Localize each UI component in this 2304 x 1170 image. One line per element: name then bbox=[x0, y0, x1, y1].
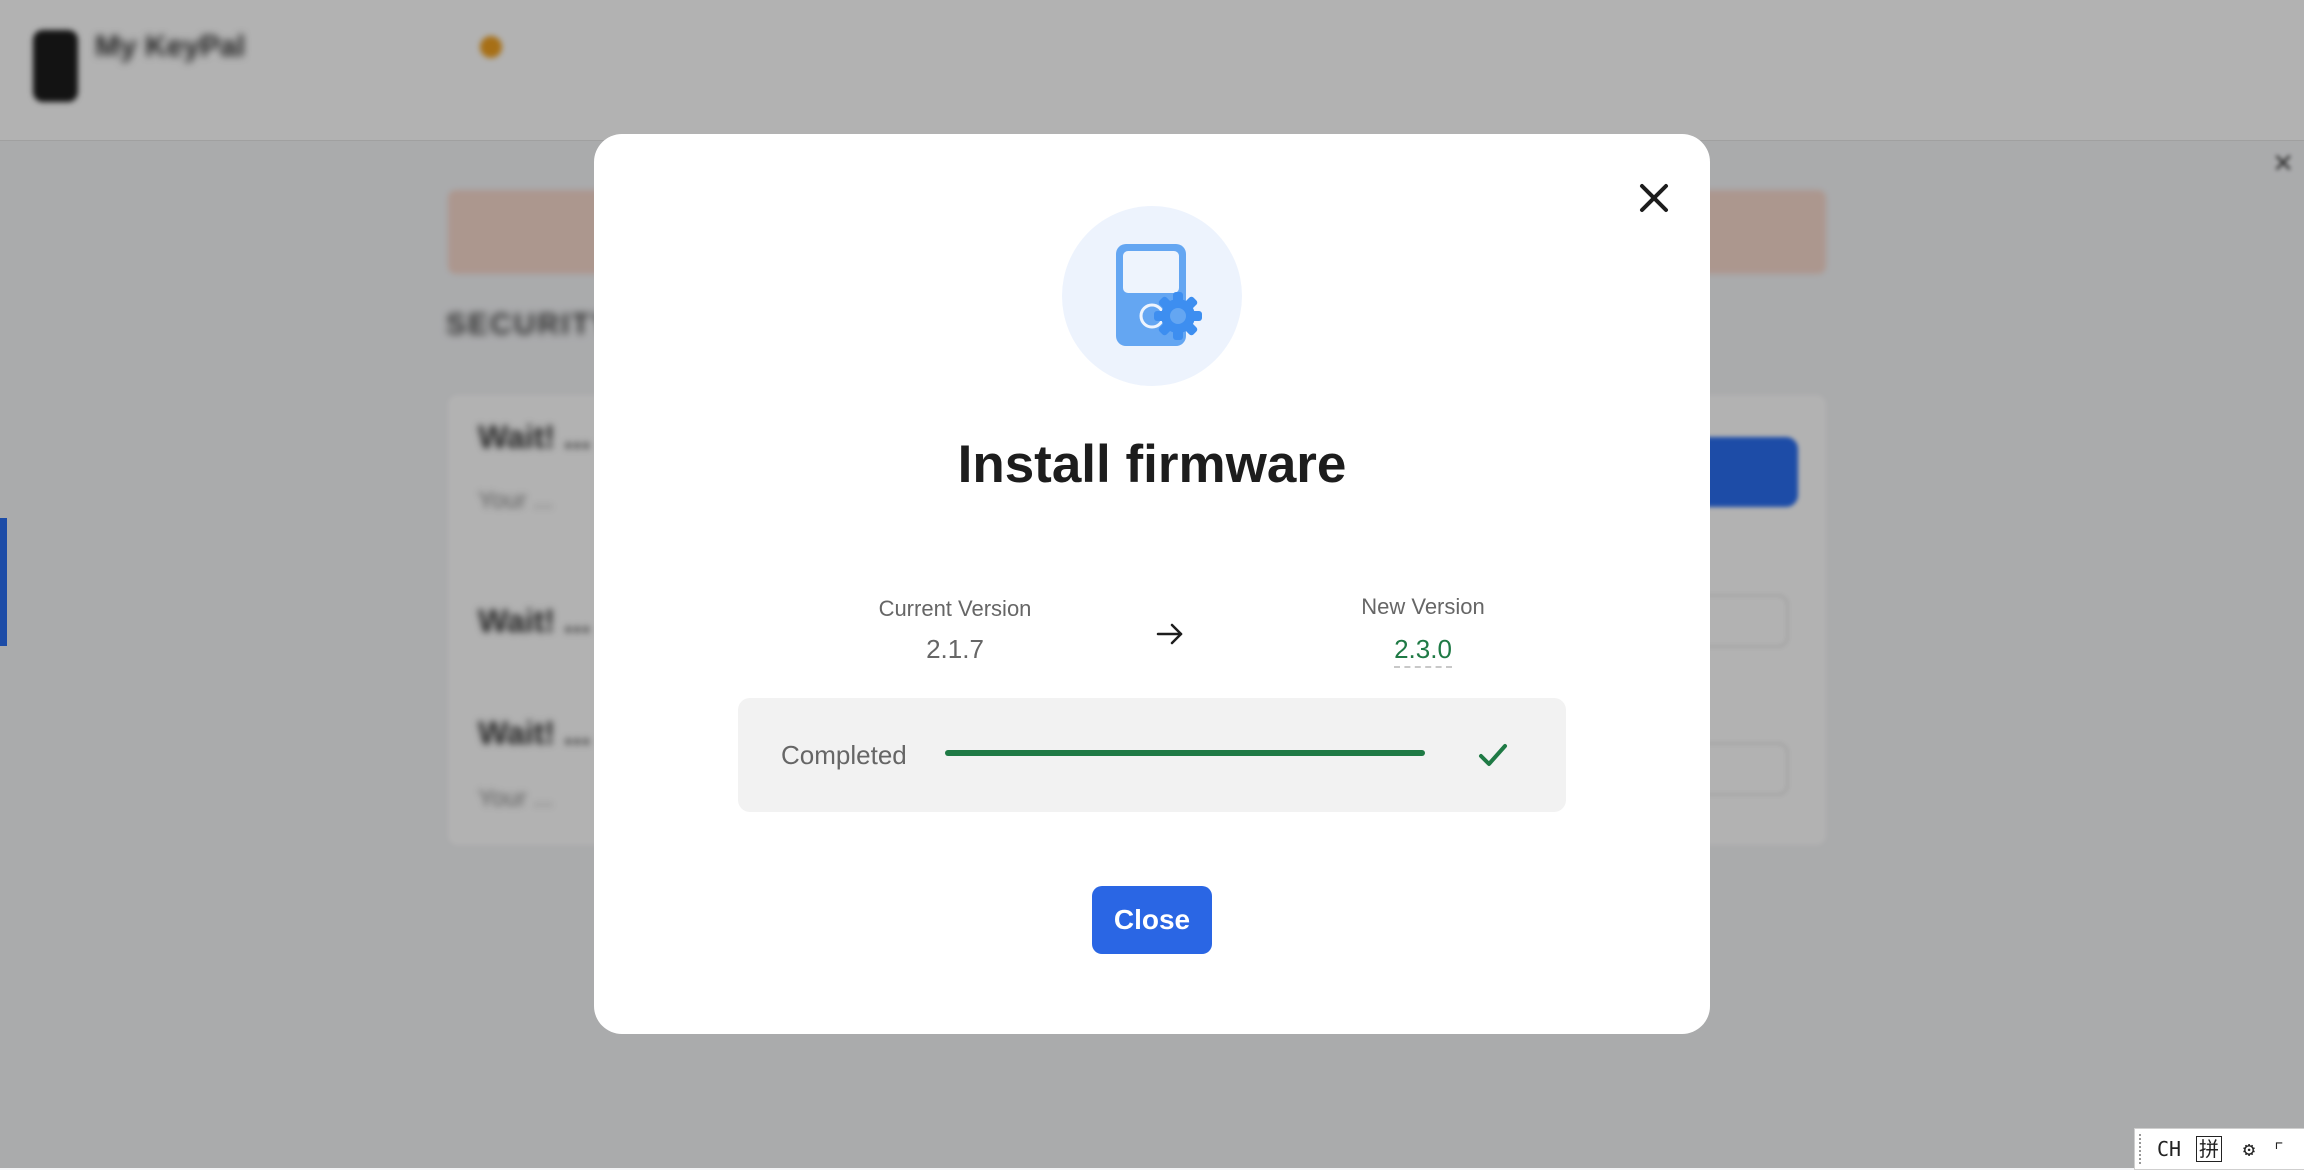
current-version-value: 2.1.7 bbox=[926, 634, 984, 664]
progress-status-label: Completed bbox=[781, 740, 907, 770]
arrow-right-icon bbox=[1156, 623, 1183, 645]
toolbar-grip[interactable] bbox=[2139, 1134, 2149, 1164]
new-version-text[interactable]: 2.3.0 bbox=[1394, 634, 1452, 668]
checkmark-icon bbox=[1479, 744, 1507, 766]
new-version-value[interactable]: 2.3.0 bbox=[1359, 634, 1487, 668]
close-icon-glyph bbox=[1640, 184, 1668, 212]
progress-bar bbox=[945, 750, 1425, 756]
dialog-title: Install firmware bbox=[957, 435, 1347, 494]
new-version-label: New Version bbox=[1361, 594, 1485, 619]
progress-bar-fill bbox=[945, 750, 1425, 756]
close-icon[interactable] bbox=[1630, 174, 1678, 222]
ime-toolbar: CH 拼 ⚙ ⌜ bbox=[2134, 1128, 2304, 1170]
device-gear-icon bbox=[1062, 206, 1242, 386]
current-version-label: Current Version bbox=[878, 596, 1032, 621]
install-progress: Completed bbox=[738, 698, 1566, 812]
expand-icon[interactable]: ⌜ bbox=[2269, 1137, 2289, 1161]
install-firmware-dialog: Install firmware Current Version 2.1.7 N… bbox=[594, 134, 1710, 1034]
pinyin-icon[interactable]: 拼 bbox=[2189, 1136, 2229, 1162]
ime-mode-toggle[interactable]: CH bbox=[2149, 1137, 2189, 1161]
gear-icon[interactable]: ⚙ bbox=[2229, 1137, 2269, 1161]
close-button[interactable]: Close bbox=[1092, 886, 1212, 954]
